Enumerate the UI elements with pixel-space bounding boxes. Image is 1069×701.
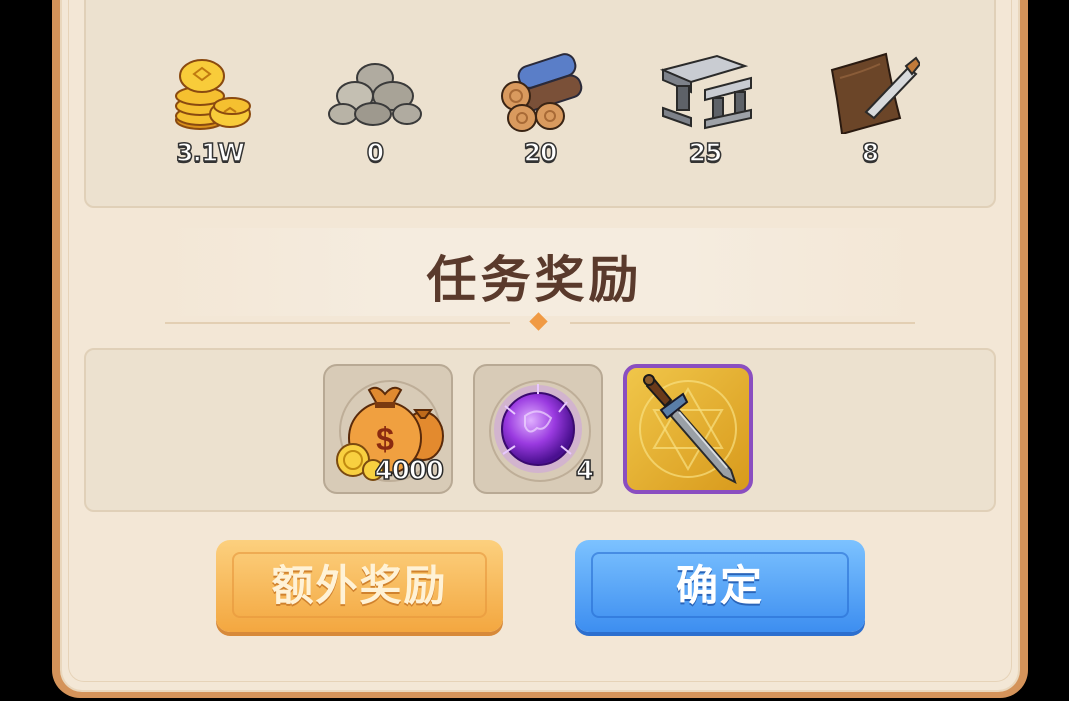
confirm-button[interactable]: 确定 <box>575 540 865 632</box>
gold-coins-icon <box>160 48 260 134</box>
resource-wood-value: 20 <box>523 137 558 168</box>
resource-leather-value: 8 <box>861 137 880 168</box>
resource-stone-value: 0 <box>366 137 385 168</box>
confirm-button-label: 确定 <box>675 561 764 610</box>
section-title: 任务奖励 <box>426 251 643 309</box>
resource-wood: 20 <box>480 48 600 168</box>
reward-item-sword[interactable] <box>623 364 753 494</box>
reward-item-count: 4 <box>575 455 595 487</box>
leather-icon <box>820 48 922 136</box>
extra-reward-button[interactable]: 额外奖励 <box>216 540 503 632</box>
iron-ingot-icon <box>655 48 755 134</box>
extra-reward-button-label: 额外奖励 <box>271 561 448 610</box>
reward-item-count: 4000 <box>374 455 445 487</box>
sword-icon <box>639 374 737 484</box>
divider-left <box>165 322 510 324</box>
wood-logs-icon <box>490 48 590 134</box>
resource-stone: 0 <box>315 48 435 168</box>
resource-gold: 3.1W <box>150 48 270 168</box>
divider-right <box>570 322 915 324</box>
stone-icon <box>325 48 425 134</box>
svg-text:$: $ <box>376 421 394 457</box>
reward-item-crystal-orb[interactable]: 4 <box>473 364 603 494</box>
resource-gold-value: 3.1W <box>175 137 245 168</box>
resource-iron: 25 <box>645 48 765 168</box>
reward-item-money-bag[interactable]: $ 4000 <box>323 364 453 494</box>
resource-leather: 8 <box>810 48 930 168</box>
resource-iron-value: 25 <box>688 137 723 168</box>
